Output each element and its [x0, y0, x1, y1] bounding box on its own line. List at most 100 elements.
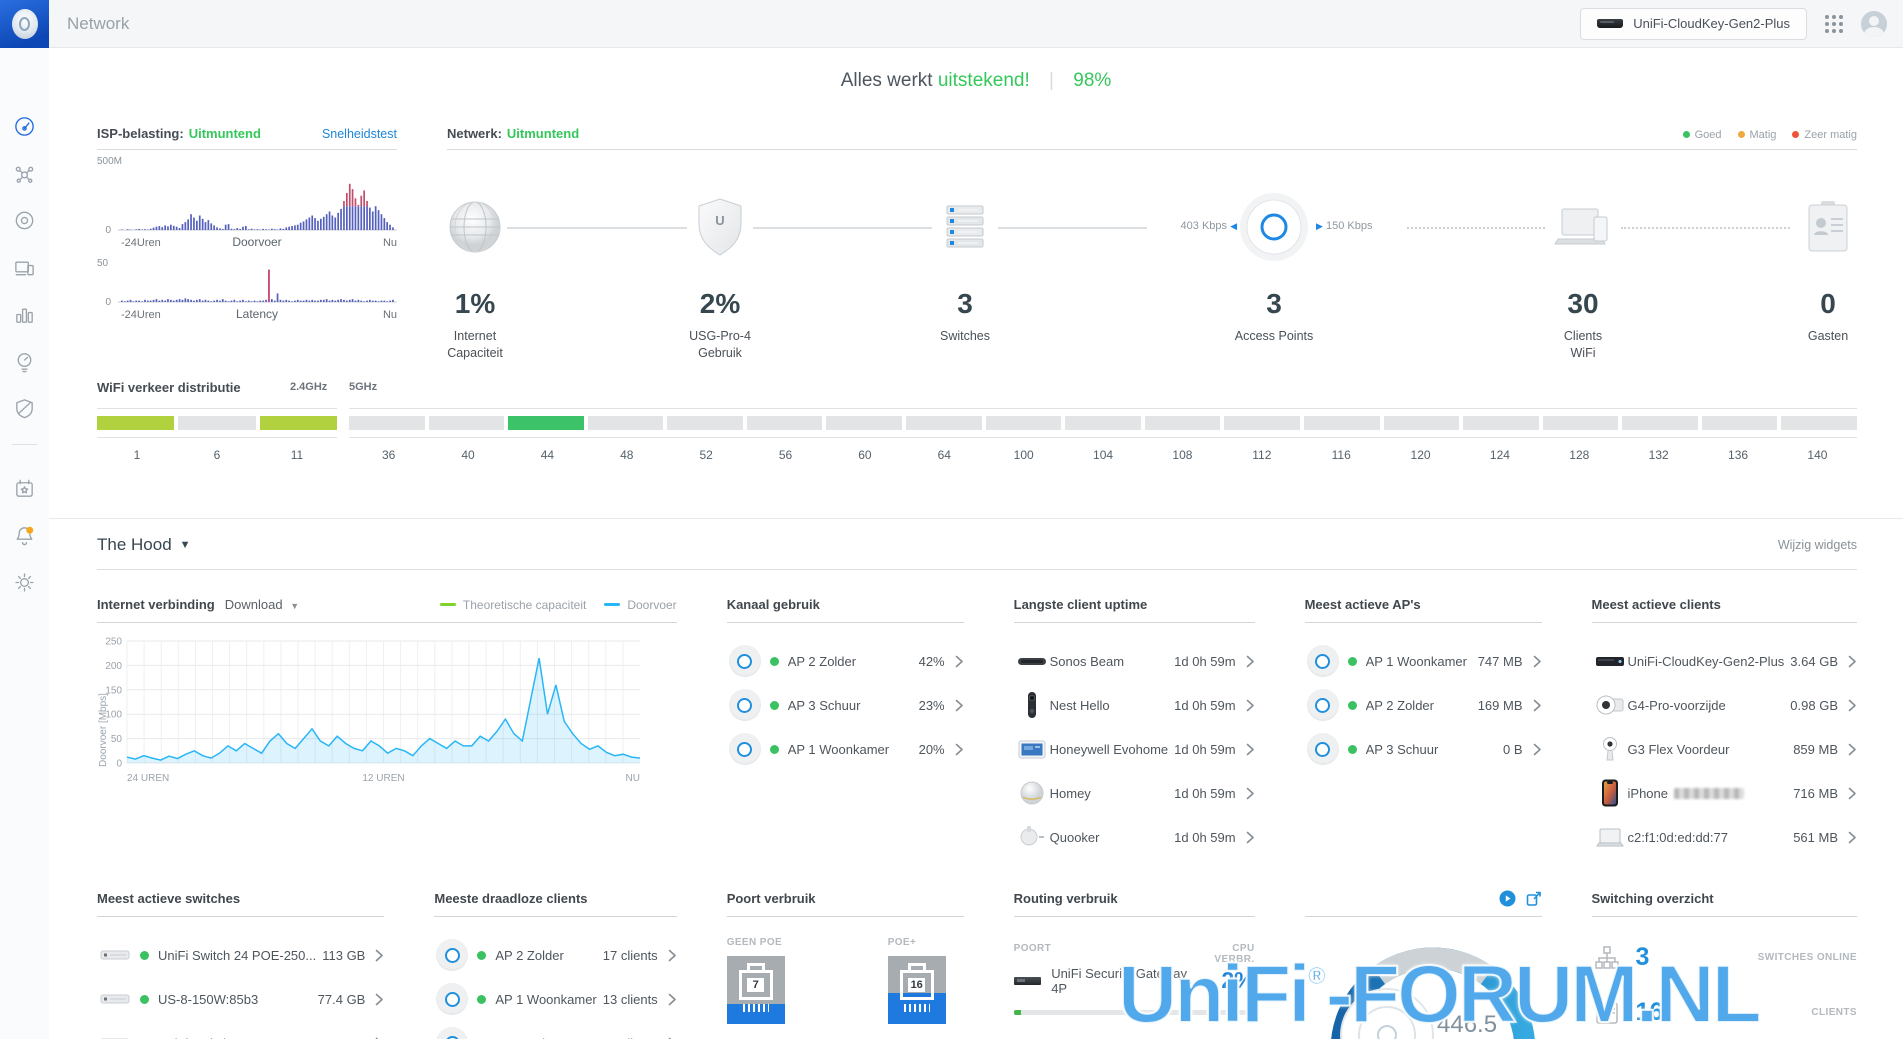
sidebar-item-events[interactable]: [0, 471, 49, 505]
list-item-c2-f1-0d-ed-dd-77[interactable]: c2:f1:0d:ed:dd:77561 MB: [1592, 815, 1857, 859]
list-item-ap-3-schuur[interactable]: AP 3 Schuur23%: [727, 683, 964, 727]
sidebar-item-insights[interactable]: [0, 344, 49, 378]
row-value: 1d 0h 59m: [1174, 830, 1235, 845]
sidebar-item-dashboard[interactable]: [0, 109, 49, 143]
row-value: 0 clients: [610, 1036, 658, 1039]
wifi-channel-100[interactable]: [986, 416, 1062, 430]
row-name: Quooker: [1050, 830, 1169, 845]
list-item-unifi-switch-24[interactable]: UniFi Switch 245.44 GB: [97, 1021, 384, 1039]
list-item-ap-2-zolder[interactable]: AP 2 Zolder169 MB: [1305, 683, 1542, 727]
wifi-channel-120[interactable]: [1384, 416, 1460, 430]
list-item-sonos-beam[interactable]: Sonos Beam1d 0h 59m: [1014, 639, 1255, 683]
wifi-channel-136[interactable]: [1702, 416, 1778, 430]
list-item-unifi-cloudkey-gen2-plus[interactable]: UniFi-CloudKey-Gen2-Plus3.64 GB: [1592, 639, 1857, 683]
sidebar-item-settings[interactable]: [0, 565, 49, 599]
doorvoer-chart: 500M0-24UrenDoorvoerNu: [97, 154, 397, 252]
wifi-channel-48[interactable]: [588, 416, 664, 430]
unifi-logo[interactable]: [0, 0, 49, 48]
wifi-channel-56[interactable]: [747, 416, 823, 430]
list-item-ap-1-woonkamer[interactable]: AP 1 Woonkamer747 MB: [1305, 639, 1542, 683]
widget-title: Langste client uptime: [1014, 597, 1148, 612]
svg-text:-24Uren: -24Uren: [121, 309, 161, 321]
legend-item-zeer-matig: Zeer matig: [1792, 129, 1857, 141]
port-tile-geen-poe[interactable]: GEEN POE7: [727, 937, 785, 1024]
controller-selector[interactable]: UniFi-CloudKey-Gen2-Plus: [1580, 8, 1807, 40]
chevron-right-icon: [955, 743, 964, 756]
list-item-unifi-switch-24-poe-250-[interactable]: UniFi Switch 24 POE-250...113 GB: [97, 933, 384, 977]
network-status: Uitmuntend: [507, 126, 579, 141]
edit-widgets-link[interactable]: Wijzig widgets: [1778, 538, 1857, 552]
wifi-channel-124[interactable]: [1463, 416, 1539, 430]
speedtest-link[interactable]: Snelheidstest: [322, 127, 397, 141]
wifi-channel-128[interactable]: [1543, 416, 1619, 430]
list-item-ap-1-woonkamer[interactable]: AP 1 Woonkamer13 clients: [434, 977, 676, 1021]
list-item-quooker[interactable]: Quooker 1d 0h 59m: [1014, 815, 1255, 859]
list-item-g4-pro-voorzijde[interactable]: G4-Pro-voorzijde0.98 GB: [1592, 683, 1857, 727]
list-item-ap-1-woonkamer[interactable]: AP 1 Woonkamer20%: [727, 727, 964, 771]
status-dot-icon: [477, 951, 486, 960]
sidebar-item-statistics[interactable]: [0, 297, 49, 331]
site-selector[interactable]: The Hood ▼: [97, 535, 191, 555]
channel-label: 11: [257, 448, 337, 462]
wifi-channel-60[interactable]: [826, 416, 902, 430]
row-value: 13 clients: [603, 992, 658, 1007]
list-item-iphone[interactable]: iPhone716 MB: [1592, 771, 1857, 815]
wifi-channel-108[interactable]: [1145, 416, 1221, 430]
list-item-g3-flex-voordeur[interactable]: G3 Flex Voordeur859 MB: [1592, 727, 1857, 771]
list-item-ap-2-zolder[interactable]: AP 2 Zolder17 clients: [434, 933, 676, 977]
wifi-channel-6[interactable]: [178, 416, 255, 430]
wifi-channel-140[interactable]: [1781, 416, 1857, 430]
wifi-channel-44[interactable]: [508, 416, 584, 430]
list-item-nest-hello[interactable]: Nest Hello1d 0h 59m: [1014, 683, 1255, 727]
row-name: AP 1 Woonkamer: [788, 742, 913, 757]
sidebar-item-alerts[interactable]: [0, 518, 49, 552]
wifi-channel-52[interactable]: [667, 416, 743, 430]
channel-label: 48: [587, 448, 666, 462]
list-item-ap-2-zolder[interactable]: AP 2 Zolder42%: [727, 639, 964, 683]
thermostat-icon: [1017, 734, 1047, 764]
topology-node-globe[interactable]: 1%InternetCapaciteit: [385, 192, 565, 362]
sidebar-item-devices[interactable]: [0, 203, 49, 237]
wifi-channel-11[interactable]: [260, 416, 337, 430]
row-name: G4-Pro-voorzijde: [1628, 698, 1785, 713]
list-item-us-8-150w-85b3[interactable]: US-8-150W:85b377.4 GB: [97, 977, 384, 1021]
svg-text:250: 250: [105, 637, 122, 648]
sidebar-nav: [0, 48, 49, 1039]
sidebar-item-threats[interactable]: [0, 391, 49, 425]
wifi-channel-132[interactable]: [1622, 416, 1698, 430]
user-avatar[interactable]: [1861, 11, 1887, 37]
apps-grid-icon[interactable]: [1825, 15, 1843, 33]
node-label: USG-Pro-4Gebruik: [630, 328, 810, 362]
row-name: Honeywell Evohome: [1050, 742, 1169, 757]
sidebar-item-clients[interactable]: [0, 250, 49, 284]
devices-icon: [13, 209, 36, 232]
isp-title: ISP-belasting:: [97, 126, 184, 141]
wifi-channel-1[interactable]: [97, 416, 174, 430]
play-circle-icon[interactable]: [1499, 890, 1516, 907]
topology-node-access-point[interactable]: 3Access Points: [1184, 192, 1364, 345]
wifi-channel-116[interactable]: [1304, 416, 1380, 430]
sidebar-item-topology[interactable]: [0, 156, 49, 190]
topology-node-wifi-clients[interactable]: 30ClientsWiFi: [1493, 192, 1673, 362]
topology-node-guests-badge[interactable]: 0Gasten: [1738, 192, 1903, 345]
wifi-channel-112[interactable]: [1224, 416, 1300, 430]
row-name: UniFi Switch 24: [158, 1036, 312, 1039]
direction-dropdown[interactable]: Download ▼: [225, 597, 299, 612]
node-value: 0: [1738, 288, 1903, 320]
list-item-honeywell-evohome[interactable]: Honeywell Evohome1d 0h 59m: [1014, 727, 1255, 771]
list-item-ap-3-schuur[interactable]: AP 3 Schuur0 clients: [434, 1021, 676, 1039]
switch-icon: [100, 940, 130, 970]
wifi-channel-64[interactable]: [906, 416, 982, 430]
node-label: Access Points: [1184, 328, 1364, 345]
wifi-channel-36[interactable]: [349, 416, 425, 430]
list-item-ap-3-schuur[interactable]: AP 3 Schuur0 B: [1305, 727, 1542, 771]
wifi-channel-40[interactable]: [429, 416, 505, 430]
open-external-icon[interactable]: [1526, 891, 1542, 907]
wifi-channel-104[interactable]: [1065, 416, 1141, 430]
port-tile-poe-[interactable]: POE+16: [888, 937, 946, 1024]
svg-text:12 UREN: 12 UREN: [362, 773, 404, 784]
topology-node-gateway-shield[interactable]: U2%USG-Pro-4Gebruik: [630, 192, 810, 362]
row-value: 1d 0h 59m: [1174, 786, 1235, 801]
topology-node-switch-stack[interactable]: 3Switches: [875, 192, 1055, 345]
list-item-homey[interactable]: Homey1d 0h 59m: [1014, 771, 1255, 815]
